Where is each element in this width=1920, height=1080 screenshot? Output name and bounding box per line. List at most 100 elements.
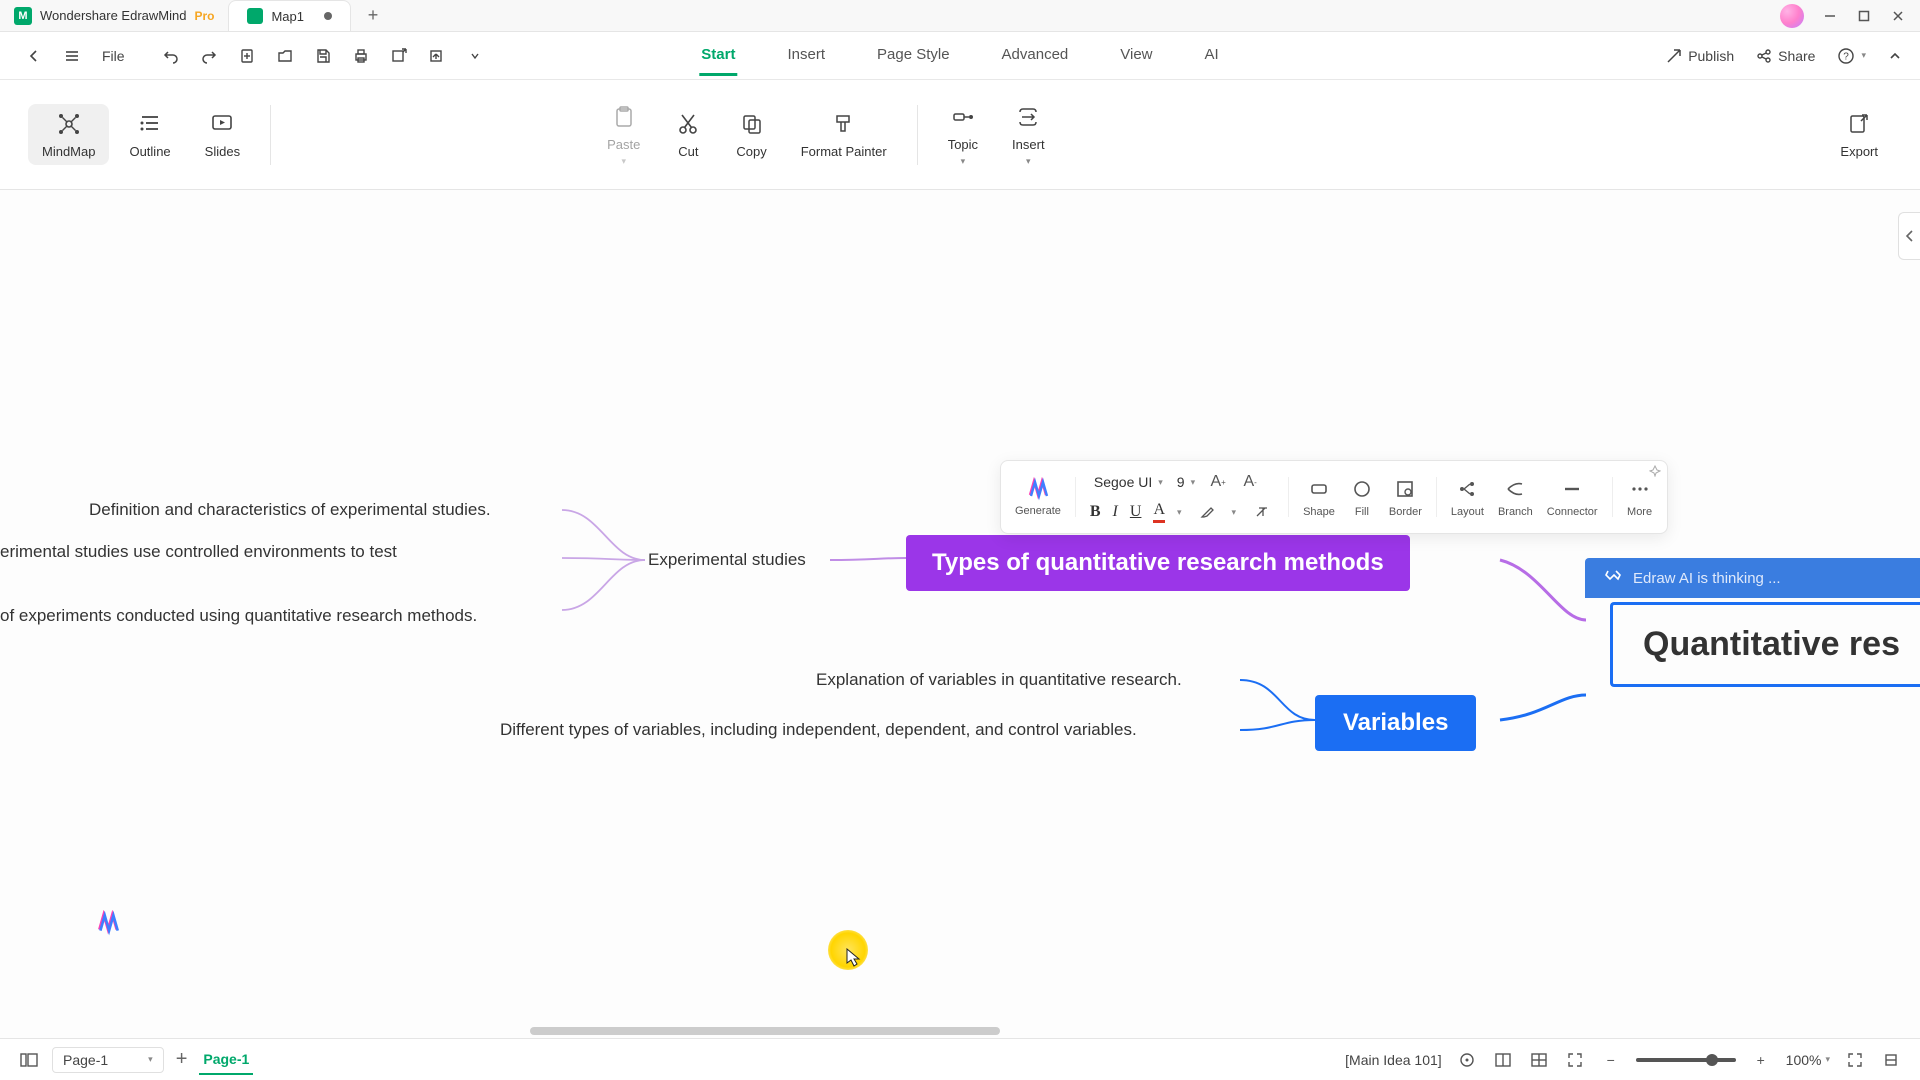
zoom-slider-thumb[interactable] [1706, 1054, 1718, 1066]
root-node[interactable]: Quantitative res [1610, 602, 1920, 687]
collapse-status-button[interactable] [1880, 1049, 1902, 1071]
zoom-slider[interactable] [1636, 1058, 1736, 1062]
close-button[interactable] [1890, 8, 1906, 24]
topic-button[interactable]: Topic ▾ [934, 97, 992, 173]
tab-ai[interactable]: AI [1203, 36, 1221, 76]
highlight-button[interactable] [1194, 499, 1220, 525]
undo-button[interactable] [155, 40, 187, 72]
branch-button[interactable]: Branch [1498, 476, 1533, 518]
font-size-select[interactable]: 9▾ [1173, 472, 1199, 492]
node-experimental-studies[interactable]: Experimental studies [648, 550, 806, 570]
fullscreen-button[interactable] [1844, 1049, 1866, 1071]
recenter-button[interactable] [1456, 1049, 1478, 1071]
font-controls: Segoe UI▾ 9▾ A+ A- B I U A▾ ▾ [1090, 469, 1274, 525]
tab-insert[interactable]: Insert [785, 36, 827, 76]
generate-label: Generate [1015, 505, 1061, 517]
layout-button[interactable]: Layout [1451, 476, 1484, 518]
node-variables[interactable]: Variables [1315, 695, 1476, 751]
new-file-button[interactable] [231, 40, 263, 72]
increase-font-icon[interactable]: A+ [1205, 469, 1231, 495]
horizontal-scrollbar[interactable] [0, 1024, 1920, 1038]
more-quick-button[interactable] [459, 40, 491, 72]
bold-button[interactable]: B [1090, 503, 1101, 521]
share-button[interactable]: Share [1756, 48, 1815, 64]
underline-button[interactable]: U [1130, 503, 1142, 521]
help-button[interactable]: ?▾ [1837, 47, 1866, 65]
topic-label: Topic [948, 137, 978, 152]
topic-icon [949, 103, 977, 131]
zoom-level-select[interactable]: 100%▾ [1786, 1052, 1830, 1068]
layout-view-2-button[interactable] [1528, 1049, 1550, 1071]
node-types[interactable]: Types of quantitative research methods [906, 535, 1410, 591]
paste-button[interactable]: Paste ▾ [593, 97, 654, 173]
font-name-select[interactable]: Segoe UI▾ [1090, 472, 1167, 492]
redo-button[interactable] [193, 40, 225, 72]
border-button[interactable]: Border [1389, 476, 1422, 518]
ai-assistant-icon[interactable] [95, 910, 121, 936]
publish-label: Publish [1688, 48, 1734, 64]
tab-unsaved-indicator[interactable] [324, 12, 332, 20]
add-page-button[interactable]: + [176, 1048, 188, 1071]
collapse-ribbon-button[interactable] [1888, 49, 1902, 63]
maximize-button[interactable] [1856, 8, 1872, 24]
leaf-var-explanation[interactable]: Explanation of variables in quantitative… [816, 670, 1182, 690]
more-button[interactable]: More [1627, 476, 1653, 518]
cut-button[interactable]: Cut [660, 104, 716, 165]
fill-button[interactable]: Fill [1349, 476, 1375, 518]
decrease-font-icon[interactable]: A- [1237, 469, 1263, 495]
ai-sparkle-icon [1603, 568, 1623, 588]
app-tab: M Wondershare EdrawMind Pro [0, 0, 228, 31]
publish-button[interactable]: Publish [1666, 48, 1734, 64]
leaf-var-types[interactable]: Different types of variables, including … [500, 720, 1137, 740]
layout-view-1-button[interactable] [1492, 1049, 1514, 1071]
export-arrow-button[interactable] [383, 40, 415, 72]
copy-button[interactable]: Copy [722, 104, 780, 165]
scrollbar-thumb[interactable] [530, 1027, 1000, 1035]
clear-format-button[interactable] [1248, 499, 1274, 525]
italic-button[interactable]: I [1113, 503, 1118, 521]
print-button[interactable] [345, 40, 377, 72]
ribbon-insert-button[interactable]: Insert ▾ [998, 97, 1059, 173]
minimize-button[interactable] [1822, 8, 1838, 24]
cursor-pointer-icon [846, 948, 862, 968]
font-color-button[interactable]: A [1153, 501, 1165, 523]
page-selector[interactable]: Page-1 ▾ [52, 1047, 164, 1073]
back-button[interactable] [18, 40, 50, 72]
open-file-button[interactable] [269, 40, 301, 72]
leaf-exp-examples[interactable]: of experiments conducted using quantitat… [0, 606, 477, 626]
save-button[interactable] [307, 40, 339, 72]
slides-label: Slides [205, 144, 240, 159]
shape-button[interactable]: Shape [1303, 476, 1335, 518]
leaf-exp-definition[interactable]: Definition and characteristics of experi… [89, 500, 491, 520]
new-tab-button[interactable]: + [359, 2, 387, 30]
pin-icon[interactable] [1649, 465, 1661, 477]
expand-right-panel-button[interactable] [1898, 212, 1920, 260]
border-icon [1392, 476, 1418, 502]
connector-button[interactable]: Connector [1547, 476, 1598, 518]
svg-text:?: ? [1844, 51, 1850, 62]
pages-panel-button[interactable] [18, 1049, 40, 1071]
user-avatar[interactable] [1780, 4, 1804, 28]
leaf-exp-environment[interactable]: erimental studies use controlled environ… [0, 542, 397, 562]
file-menu[interactable]: File [94, 40, 133, 72]
view-slides-button[interactable]: Slides [191, 104, 254, 165]
outline-label: Outline [129, 144, 170, 159]
tab-page-style[interactable]: Page Style [875, 36, 952, 76]
canvas[interactable]: Edraw AI is thinking ... Quantitative re… [0, 190, 1920, 1038]
tab-advanced[interactable]: Advanced [1000, 36, 1071, 76]
export-button[interactable]: Export [1826, 104, 1892, 165]
view-outline-button[interactable]: Outline [115, 104, 184, 165]
page-tab-active[interactable]: Page-1 [199, 1045, 253, 1075]
zoom-out-button[interactable]: − [1600, 1049, 1622, 1071]
format-painter-button[interactable]: Format Painter [787, 104, 901, 165]
share-arrow-button[interactable] [421, 40, 453, 72]
document-tab[interactable]: Map1 [228, 0, 351, 31]
generate-button[interactable]: Generate [1015, 477, 1061, 517]
tab-view[interactable]: View [1118, 36, 1154, 76]
hamburger-menu-icon[interactable] [56, 40, 88, 72]
zoom-in-button[interactable]: + [1750, 1049, 1772, 1071]
view-mindmap-button[interactable]: MindMap [28, 104, 109, 165]
tab-start[interactable]: Start [699, 36, 737, 76]
fit-view-button[interactable] [1564, 1049, 1586, 1071]
fill-icon [1349, 476, 1375, 502]
